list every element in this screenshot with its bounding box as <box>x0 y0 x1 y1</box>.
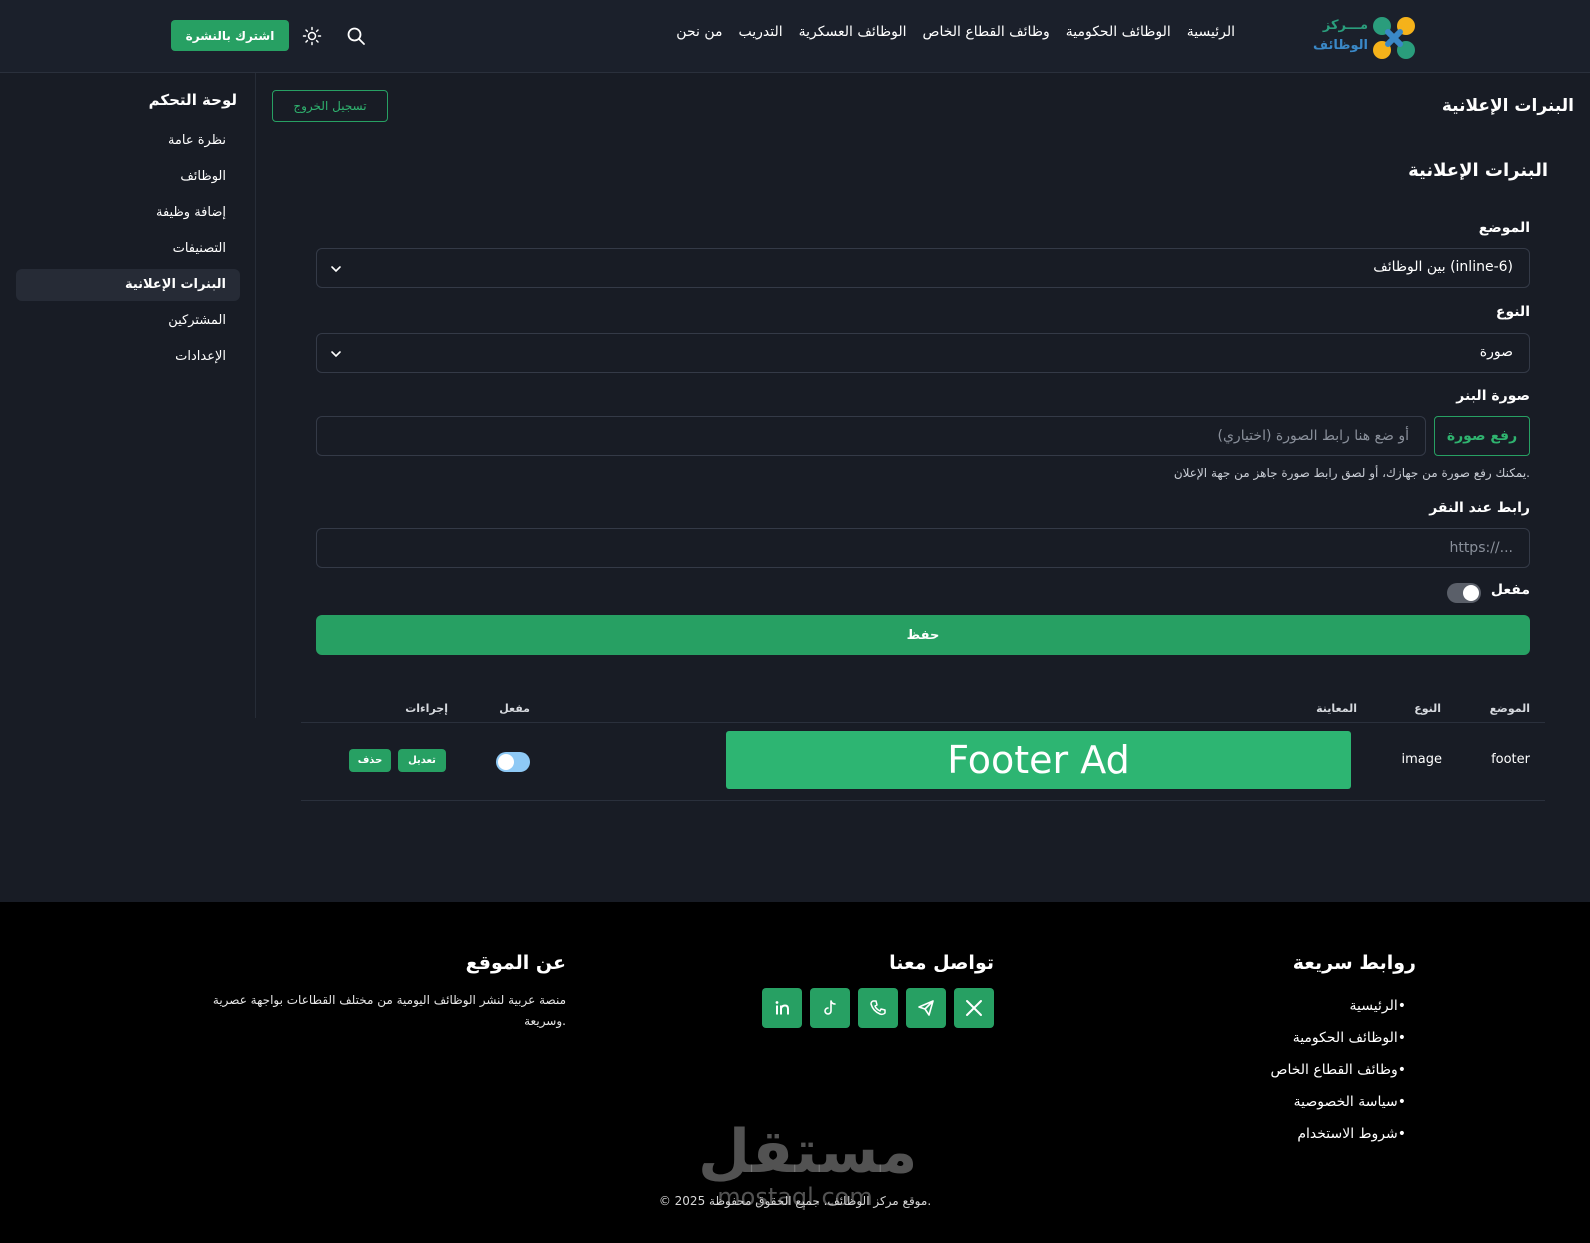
quick-links-title: روابط سريعة <box>1292 952 1416 974</box>
x-icon[interactable] <box>954 988 994 1028</box>
contact-title: تواصل معنا <box>889 952 994 974</box>
main-nav: الرئيسية الوظائف الحكومية وظائف القطاع ا… <box>676 24 1235 40</box>
banner-image-label: صورة البنر <box>1456 388 1530 404</box>
position-label: الموضع <box>1478 220 1530 236</box>
nav-about[interactable]: من نحن <box>676 24 722 40</box>
footer-link-government-jobs[interactable]: الوظائف الحكومية <box>1271 1026 1416 1058</box>
footer-link-private-jobs[interactable]: وظائف القطاع الخاص <box>1271 1058 1416 1090</box>
position-select[interactable]: بين الوظائف (inline-6) <box>316 248 1530 288</box>
about-text: منصة عربية لنشر الوظائف اليومية من مختلف… <box>212 993 566 1028</box>
row-enabled-toggle[interactable] <box>496 752 530 772</box>
logo-text: مـــركز الوظائف <box>1310 16 1368 60</box>
sidebar-item-add-job[interactable]: إضافة وظيفة <box>16 197 240 229</box>
col-header-enabled: مفعل <box>499 702 530 715</box>
delete-button[interactable]: حذف <box>349 749 391 772</box>
site-logo[interactable]: مـــركز الوظائف <box>1310 10 1422 62</box>
watermark-arabic: مستقل <box>698 1117 918 1187</box>
image-url-input[interactable]: أو ضع هنا رابط الصورة (اختياري) <box>316 416 1426 456</box>
sidebar-item-jobs[interactable]: الوظائف <box>16 161 240 193</box>
tiktok-icon[interactable] <box>810 988 850 1028</box>
toggle-knob <box>1463 585 1479 601</box>
phone-icon[interactable] <box>858 988 898 1028</box>
banner-preview: Footer Ad <box>726 731 1351 789</box>
nav-government-jobs[interactable]: الوظائف الحكومية <box>1066 24 1171 40</box>
enabled-toggle[interactable] <box>1447 583 1481 603</box>
type-select-value: صورة <box>1479 344 1513 360</box>
cell-type: image <box>1401 752 1443 767</box>
top-header: مـــركز الوظائف الرئيسية الوظائف الحكومي… <box>0 0 1590 73</box>
toggle-knob <box>498 754 514 770</box>
section-title: البنرات الإعلانية <box>1408 160 1548 181</box>
enabled-label: مفعل <box>1490 582 1530 598</box>
admin-sidebar: لوحة التحكم نظرة عامة الوظائف إضافة وظيف… <box>0 73 256 718</box>
save-button[interactable]: حفظ <box>316 615 1530 655</box>
sidebar-item-categories[interactable]: التصنيفات <box>16 233 240 265</box>
footer-link-home[interactable]: الرئيسية <box>1271 994 1416 1026</box>
logo-line-2: الوظائف <box>1313 38 1368 53</box>
type-label: النوع <box>1495 304 1530 320</box>
search-icon[interactable] <box>346 26 366 46</box>
col-header-position: الموضع <box>1489 702 1530 715</box>
nav-home[interactable]: الرئيسية <box>1187 24 1235 40</box>
quick-links-list: الرئيسية الوظائف الحكومية وظائف القطاع ا… <box>1271 994 1416 1154</box>
click-url-label: رابط عند النقر <box>1429 500 1530 516</box>
logo-mark-icon <box>1373 17 1415 59</box>
table-row-divider <box>301 800 1545 801</box>
sidebar-title: لوحة التحكم <box>148 91 237 109</box>
sidebar-item-subscribers[interactable]: المشتركين <box>16 305 240 337</box>
sidebar-item-settings[interactable]: الإعدادات <box>16 341 240 373</box>
table-header-divider <box>301 722 1545 723</box>
sun-icon[interactable] <box>302 26 322 46</box>
copyright-text: © 2025 موقع مركز الوظائف. جميع الحقوق مح… <box>658 1194 932 1208</box>
col-header-actions: إجراءات <box>405 702 448 715</box>
about-title: عن الموقع <box>465 952 566 974</box>
upload-image-button[interactable]: رفع صورة <box>1434 416 1530 456</box>
footer-link-terms[interactable]: شروط الاستخدام <box>1271 1122 1416 1154</box>
nav-private-jobs[interactable]: وظائف القطاع الخاص <box>923 24 1050 40</box>
image-help-text: يمكنك رفع صورة من جهازك، أو لصق رابط صور… <box>1173 466 1530 480</box>
telegram-icon[interactable] <box>906 988 946 1028</box>
subscribe-button[interactable]: اشترك بالنشرة <box>171 20 289 51</box>
edit-button[interactable]: تعديل <box>398 749 446 772</box>
type-select[interactable]: صورة <box>316 333 1530 373</box>
logo-line-1: مـــركز <box>1322 18 1368 33</box>
chevron-down-icon <box>331 351 341 358</box>
logout-button[interactable]: تسجيل الخروج <box>272 90 388 122</box>
nav-military-jobs[interactable]: الوظائف العسكرية <box>799 24 907 40</box>
linkedin-icon[interactable] <box>762 988 802 1028</box>
sidebar-item-overview[interactable]: نظرة عامة <box>16 125 240 157</box>
footer-link-privacy[interactable]: سياسة الخصوصية <box>1271 1090 1416 1122</box>
page-title: البنرات الإعلانية <box>1441 96 1574 116</box>
col-header-type: النوع <box>1414 702 1441 715</box>
col-header-preview: المعاينة <box>1316 702 1357 715</box>
cell-position: footer <box>1491 752 1530 767</box>
sidebar-item-banners[interactable]: البنرات الإعلانية <box>16 269 240 301</box>
nav-training[interactable]: التدريب <box>739 24 783 40</box>
position-select-value: بين الوظائف (inline-6) <box>1373 259 1513 275</box>
click-url-input[interactable]: https://... <box>316 528 1530 568</box>
chevron-down-icon <box>331 266 341 273</box>
